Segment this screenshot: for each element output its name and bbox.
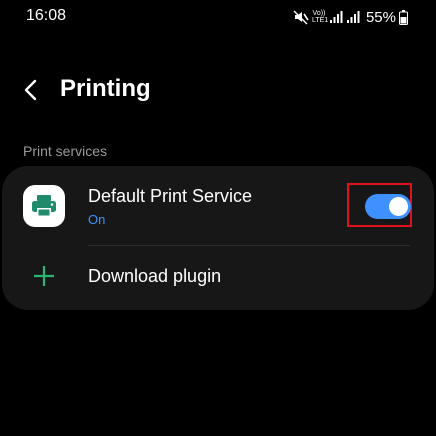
download-plugin-label: Download plugin: [88, 266, 222, 286]
mute-icon: [293, 9, 309, 25]
signal-icon: [329, 10, 343, 24]
toggle-knob: [389, 197, 408, 216]
volte-icon: Vo)) LTE1: [311, 10, 329, 24]
status-time: 16:08: [26, 7, 67, 24]
printer-icon: [23, 185, 65, 227]
status-bar: 16:08 Vo)) LTE1 55%: [0, 0, 436, 34]
page-title: Printing: [60, 75, 151, 102]
battery-icon: [399, 9, 408, 25]
download-plugin-row[interactable]: Download plugin: [2, 246, 434, 310]
signal-icon-2: [346, 10, 360, 24]
header: Printing: [0, 66, 436, 114]
chevron-left-icon[interactable]: [18, 76, 46, 104]
status-icons: Vo)) LTE1 55%: [293, 7, 408, 27]
print-services-card: Default Print Service On Download plugin: [2, 166, 434, 310]
default-print-service-toggle[interactable]: [365, 194, 411, 219]
volte-line1: Vo)): [312, 10, 326, 17]
battery-percent: 55%: [365, 8, 396, 26]
default-print-service-row[interactable]: Default Print Service On: [2, 166, 434, 246]
service-status: On: [88, 212, 106, 227]
plus-icon: [32, 264, 56, 288]
toggle-highlight-box: [347, 183, 412, 227]
section-label-print-services: Print services: [23, 143, 108, 159]
service-title: Default Print Service: [88, 186, 253, 206]
volte-line2: LTE1: [311, 17, 329, 24]
